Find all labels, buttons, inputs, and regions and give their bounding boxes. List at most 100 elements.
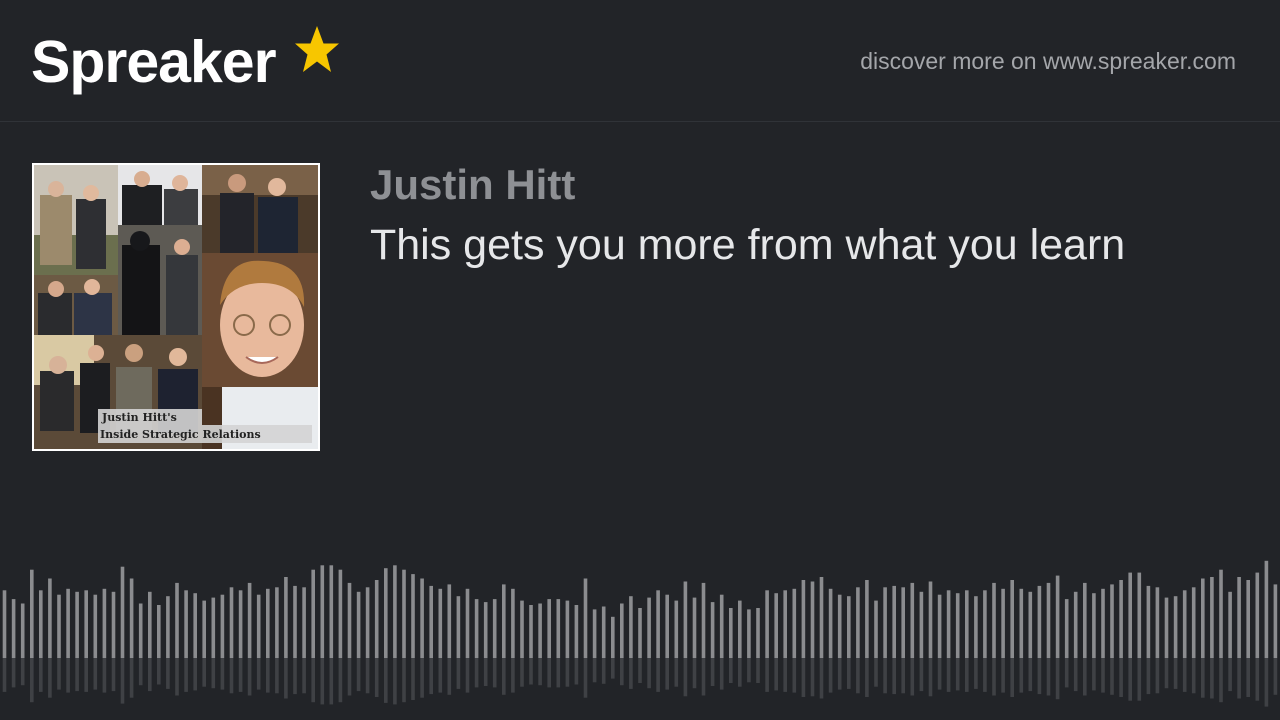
waveform-bar bbox=[665, 594, 669, 658]
waveform-bar-reflection bbox=[1064, 658, 1069, 688]
waveform-bar-reflection bbox=[1046, 658, 1051, 696]
waveform-bar bbox=[983, 590, 987, 658]
waveform-bar bbox=[1064, 599, 1069, 658]
waveform-bar-reflection bbox=[302, 658, 306, 694]
waveform-bar-reflection bbox=[520, 658, 524, 687]
waveform-bar bbox=[102, 588, 107, 658]
waveform-bar bbox=[247, 582, 252, 658]
waveform-bar bbox=[20, 603, 25, 658]
waveform-bar bbox=[266, 588, 270, 658]
waveform-bar-reflection bbox=[238, 658, 243, 692]
waveform-bar bbox=[93, 594, 98, 658]
waveform-bar-reflection bbox=[1219, 658, 1223, 703]
audio-waveform[interactable] bbox=[0, 500, 1280, 720]
waveform-bar-reflection bbox=[1164, 658, 1169, 689]
waveform-bar bbox=[1164, 597, 1169, 658]
waveform-bar bbox=[883, 587, 887, 658]
waveform-bar-reflection bbox=[511, 658, 515, 693]
waveform-bar bbox=[175, 582, 179, 658]
waveform-bar bbox=[447, 584, 452, 658]
episode-title: This gets you more from what you learn bbox=[370, 221, 1126, 269]
discover-more-link[interactable]: discover more on www.spreaker.com bbox=[860, 45, 1236, 77]
episode-author[interactable]: Justin Hitt bbox=[370, 160, 575, 210]
waveform-bar-reflection bbox=[48, 658, 52, 698]
waveform-bar bbox=[847, 596, 851, 658]
waveform-bar bbox=[1146, 585, 1151, 658]
waveform-bar bbox=[992, 582, 996, 658]
waveform-bar bbox=[729, 608, 733, 658]
waveform-bar bbox=[420, 578, 424, 658]
waveform-bar-reflection bbox=[438, 658, 443, 693]
waveform-bar-reflection bbox=[120, 658, 125, 704]
waveform-bar-reflection bbox=[402, 658, 406, 703]
waveform-bar-reflection bbox=[1246, 658, 1250, 697]
waveform-bar-reflection bbox=[229, 658, 234, 694]
waveform-bar bbox=[547, 599, 551, 658]
waveform-bar-reflection bbox=[892, 658, 896, 695]
waveform-bar bbox=[692, 597, 697, 658]
waveform-bar bbox=[1010, 580, 1014, 658]
waveform-bar bbox=[184, 590, 188, 658]
waveform-bar bbox=[84, 590, 88, 658]
waveform-bar bbox=[120, 566, 125, 658]
waveform-bar-reflection bbox=[1110, 658, 1114, 695]
waveform-bar bbox=[347, 582, 352, 658]
waveform-bar-reflection bbox=[148, 658, 152, 692]
waveform-bar bbox=[1246, 580, 1250, 658]
waveform-bar-reflection bbox=[1201, 658, 1205, 698]
waveform-bar-reflection bbox=[1010, 658, 1014, 697]
waveform-bar-reflection bbox=[84, 658, 88, 692]
waveform-bar-reflection bbox=[1228, 658, 1232, 692]
waveform-bar-reflection bbox=[1037, 658, 1042, 695]
waveform-bar bbox=[774, 593, 778, 658]
waveform-bar bbox=[1191, 587, 1196, 658]
waveform-bar bbox=[701, 582, 706, 658]
waveform-bar bbox=[801, 580, 806, 658]
waveform-bar bbox=[1101, 588, 1105, 658]
waveform-bar-reflection bbox=[502, 658, 506, 695]
waveform-bar-reflection bbox=[1019, 658, 1024, 693]
waveform-bar-reflection bbox=[275, 658, 279, 694]
waveform-bar bbox=[393, 565, 397, 658]
waveform-bar-reflection bbox=[683, 658, 688, 697]
waveform-bar bbox=[556, 599, 561, 658]
waveform-bar-reflection bbox=[102, 658, 107, 693]
waveform-bar bbox=[856, 587, 860, 658]
waveform-bar-reflection bbox=[946, 658, 951, 692]
waveform-bar-reflection bbox=[647, 658, 651, 689]
waveform-bar bbox=[302, 587, 306, 658]
waveform-bar-reflection bbox=[729, 658, 733, 683]
waveform-bar bbox=[492, 599, 497, 658]
waveform-bar bbox=[502, 584, 506, 658]
waveform-bar bbox=[928, 581, 933, 658]
waveform-bar bbox=[965, 590, 969, 658]
waveform-bar bbox=[520, 600, 524, 658]
waveform-bar bbox=[1037, 585, 1042, 658]
waveform-bar bbox=[792, 588, 797, 658]
waveform-bar bbox=[819, 577, 824, 658]
waveform-bar bbox=[946, 590, 951, 658]
waveform-bar-reflection bbox=[937, 658, 942, 690]
waveform-bar bbox=[601, 606, 606, 658]
waveform-bar-reflection bbox=[828, 658, 833, 693]
waveform-bar-reflection bbox=[819, 658, 824, 699]
waveform-bar bbox=[638, 608, 642, 658]
waveform-bar bbox=[810, 581, 815, 658]
waveform-bar bbox=[719, 594, 724, 658]
waveform-bar bbox=[837, 594, 842, 658]
waveform-bar-reflection bbox=[783, 658, 787, 692]
waveform-bar-reflection bbox=[774, 658, 778, 691]
waveform-bar bbox=[901, 587, 905, 658]
waveform-bar-reflection bbox=[166, 658, 170, 689]
logo-text: Spreaker bbox=[31, 29, 277, 95]
waveform-bar-reflection bbox=[810, 658, 815, 697]
waveform-bar-reflection bbox=[974, 658, 978, 689]
waveform-bar bbox=[747, 609, 751, 658]
waveform-bar bbox=[1173, 596, 1178, 658]
waveform-bar-reflection bbox=[338, 658, 343, 703]
waveform-bar-reflection bbox=[565, 658, 570, 687]
waveform-bar-reflection bbox=[1137, 658, 1142, 701]
waveform-bar bbox=[647, 597, 651, 658]
waveform-bar bbox=[320, 565, 325, 658]
waveform-bar-reflection bbox=[847, 658, 851, 689]
